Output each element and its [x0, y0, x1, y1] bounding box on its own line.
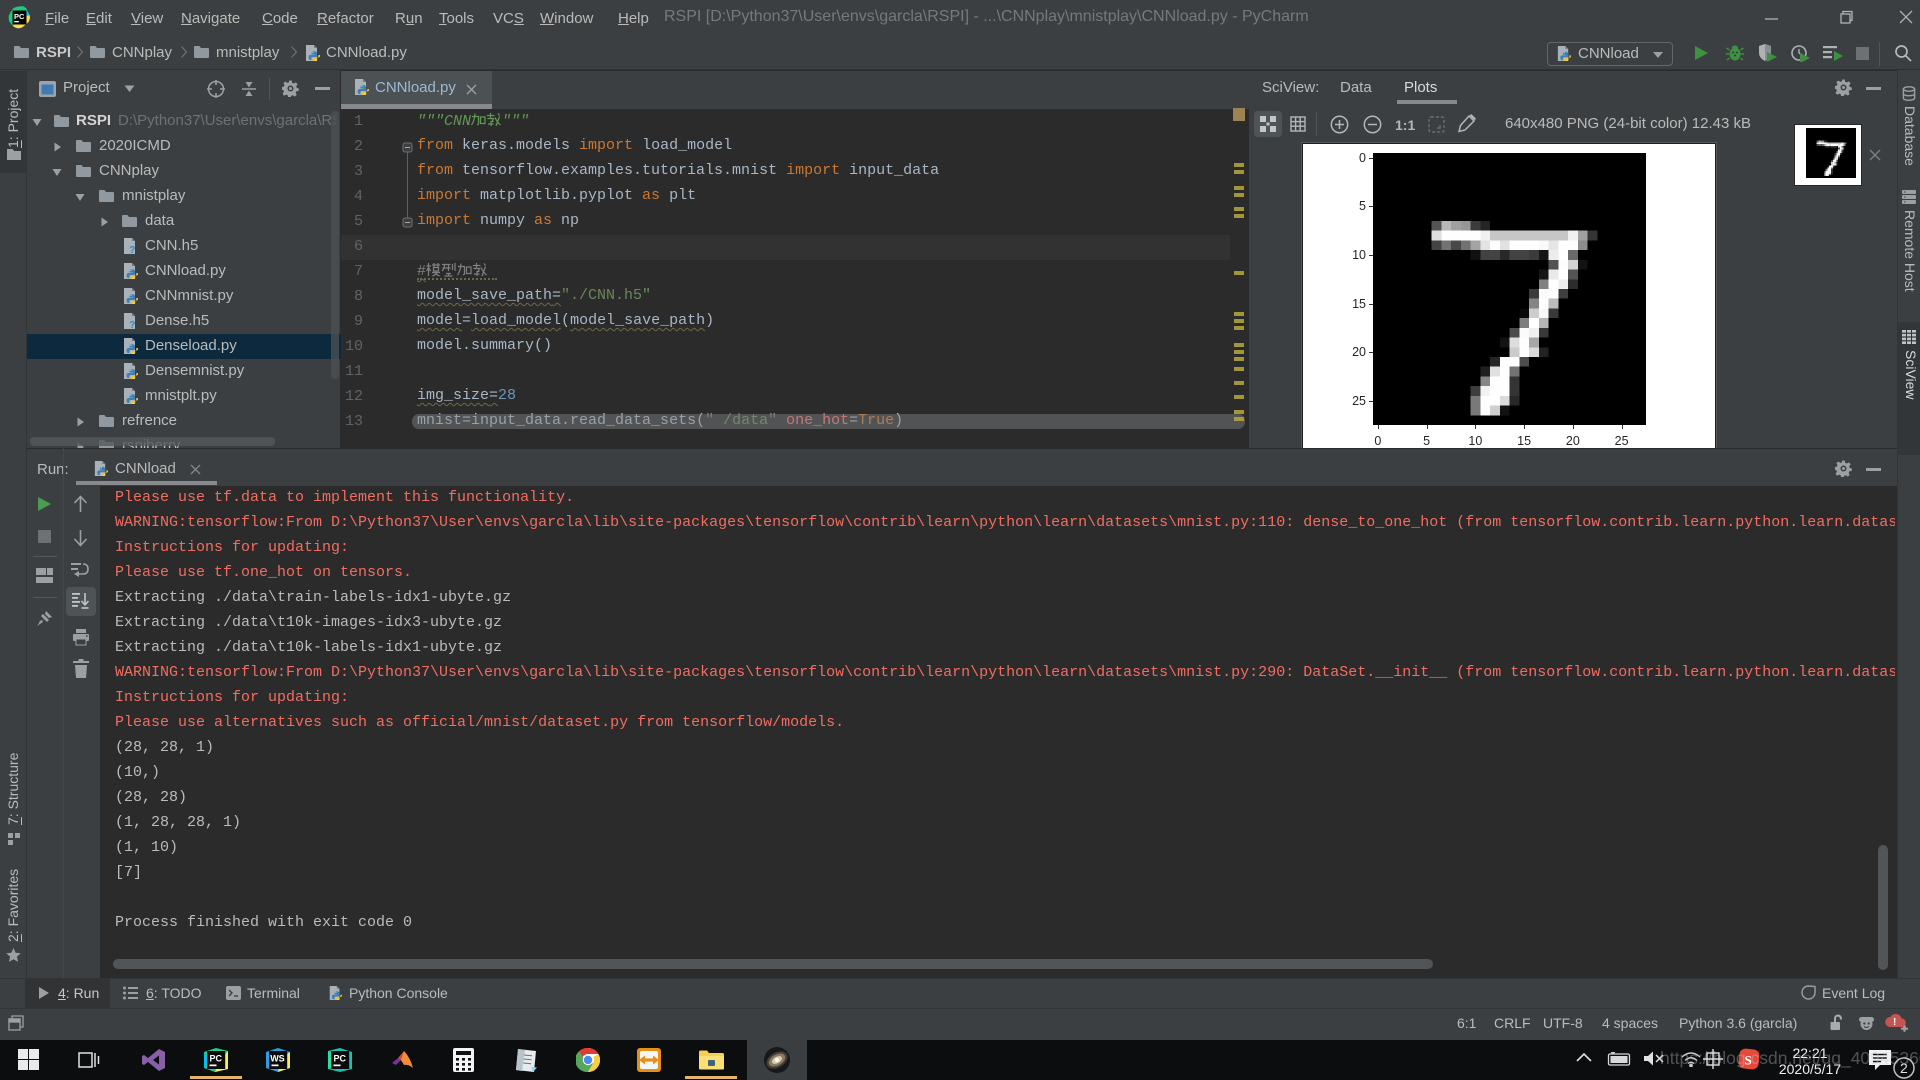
svg-text:PC: PC	[334, 1054, 347, 1064]
svg-text:WS: WS	[270, 1054, 285, 1064]
svg-text:!: !	[1893, 1017, 1896, 1028]
svg-text:?: ?	[129, 320, 135, 329]
svg-text:PC: PC	[14, 12, 25, 21]
svg-text:PC: PC	[210, 1054, 223, 1064]
svg-text:?: ?	[129, 245, 135, 254]
